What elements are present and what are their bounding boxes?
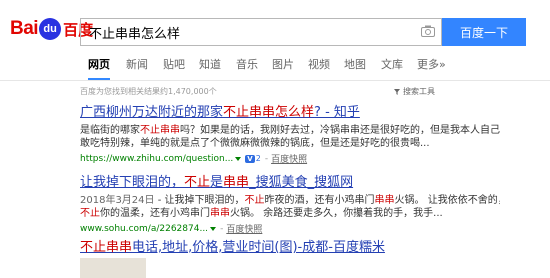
result-title[interactable]: 广西柳州万达附近的那家不止串串怎么样? - 知乎 bbox=[80, 105, 500, 121]
tab-tieba[interactable]: 贴吧 bbox=[163, 58, 185, 78]
tab-more[interactable]: 更多» bbox=[417, 58, 446, 78]
verified-level: 2 bbox=[255, 154, 261, 163]
tab-bar: 网页 新闻 贴吧 知道 音乐 图片 视频 地图 文库 更多» bbox=[0, 58, 550, 81]
search-tools-label: 搜索工具 bbox=[403, 87, 435, 96]
search-button[interactable]: 百度一下 bbox=[442, 18, 526, 46]
search-tools[interactable]: 搜索工具 bbox=[394, 86, 435, 97]
result-url[interactable]: https://www.zhihu.com/question... bbox=[80, 154, 233, 164]
result-url-row: www.sohu.com/a/2262874... - 百度快照 bbox=[80, 222, 500, 236]
result-abstract: 是临街的哪家不止串串吗？如果是的话，我刚好去过，冷锅串串还是很好吃的，但是我本人… bbox=[80, 125, 500, 136]
paw-icon: du bbox=[39, 18, 62, 40]
search-result: 广西柳州万达附近的那家不止串串怎么样? - 知乎 是临街的哪家不止串串吗？如果是… bbox=[80, 105, 500, 165]
tab-video[interactable]: 视频 bbox=[308, 58, 330, 78]
result-title[interactable]: 让我掉下眼泪的，不止是串串_搜狐美食_搜狐网 bbox=[80, 175, 500, 191]
search-result: 让我掉下眼泪的，不止是串串_搜狐美食_搜狐网 2018年3月24日 - 让我掉下… bbox=[80, 175, 500, 235]
search-input[interactable] bbox=[81, 19, 401, 45]
tab-music[interactable]: 音乐 bbox=[236, 58, 258, 78]
result-abstract-line2: 不止你的温柔，还有小鸡串门串串火锅。 余路还要走多久，你攥着我的手，我手... bbox=[80, 208, 443, 219]
dropdown-arrow-icon[interactable] bbox=[210, 226, 217, 231]
camera-icon[interactable] bbox=[421, 25, 435, 37]
logo-text-bai: Bai bbox=[10, 18, 39, 39]
tab-web[interactable]: 网页 bbox=[88, 58, 110, 80]
tab-images[interactable]: 图片 bbox=[272, 58, 294, 78]
tab-news[interactable]: 新闻 bbox=[126, 58, 148, 78]
tab-map[interactable]: 地图 bbox=[344, 58, 366, 78]
result-url[interactable]: www.sohu.com/a/2262874... bbox=[80, 224, 208, 234]
result-stats: 百度为您找到相关结果约1,470,000个 bbox=[80, 87, 217, 96]
result-abstract-line2: 敢吃特别辣，单纯的就是点了个微微麻微微辣的锅底，但是还是好吃的很贵喝... bbox=[80, 138, 430, 149]
search-box bbox=[80, 18, 442, 46]
separator: - bbox=[264, 153, 269, 164]
snapshot-link[interactable]: 百度快照 bbox=[226, 222, 262, 235]
tab-wenku[interactable]: 文库 bbox=[381, 58, 403, 78]
search-result: 不止串串电话,地址,价格,营业时间(图)-成都-百度糯米 bbox=[80, 240, 500, 256]
verified-v-icon[interactable]: V bbox=[245, 154, 255, 163]
result-url-row: https://www.zhihu.com/question... V 2 - … bbox=[80, 152, 500, 166]
result-abstract: 2018年3月24日 - 让我掉下眼泪的，不止昨夜的酒，还有小鸡串门串串火锅。 … bbox=[80, 195, 500, 206]
snapshot-link[interactable]: 百度快照 bbox=[271, 152, 307, 165]
separator: - bbox=[220, 223, 224, 234]
result-title[interactable]: 不止串串电话,地址,价格,营业时间(图)-成都-百度糯米 bbox=[80, 240, 500, 256]
funnel-icon bbox=[394, 88, 400, 95]
result-thumbnail[interactable] bbox=[80, 258, 146, 278]
tab-zhidao[interactable]: 知道 bbox=[199, 58, 221, 78]
header: Bai du 百度 百度一下 bbox=[0, 0, 550, 58]
dropdown-arrow-icon[interactable] bbox=[235, 156, 242, 161]
